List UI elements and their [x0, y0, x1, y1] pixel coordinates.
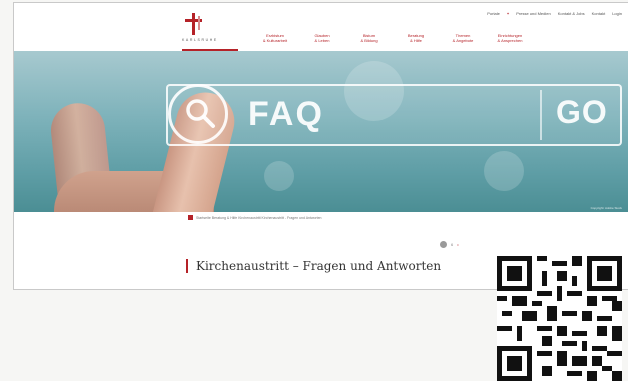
- page-screenshot: Portale + Presse und Medien Kontakt & Jo…: [13, 2, 628, 290]
- hero-banner: FAQ GO Copyright: Adobe Stock: [14, 51, 628, 212]
- cross-logo: [192, 13, 195, 35]
- nav-item-beratung[interactable]: Beratung & Hilfe: [401, 33, 431, 43]
- go-divider: [540, 90, 542, 140]
- top-link-portale[interactable]: Portale: [487, 11, 500, 16]
- main-nav: Erzbistum & Kulturarbeit Glauben & Leben B…: [260, 33, 525, 43]
- share-dot: •: [457, 242, 459, 247]
- site-logo[interactable]: KARLSRUHE: [182, 13, 240, 55]
- search-icon: [186, 99, 215, 128]
- top-link-presse[interactable]: Presse und Medien: [516, 11, 550, 16]
- top-link-kontakt-jobs[interactable]: Kontakt & Jobs: [558, 11, 585, 16]
- faq-search-graphic[interactable]: FAQ GO: [166, 84, 622, 146]
- top-link-login[interactable]: Login: [612, 11, 622, 16]
- nav-label: & Angebote: [452, 38, 474, 43]
- nav-item-bistum[interactable]: Bistum & Bildung: [354, 33, 384, 43]
- plus-icon: +: [506, 11, 510, 16]
- nav-item-einrichtungen[interactable]: Einrichtungen & Ansprechen: [495, 33, 525, 43]
- bokeh-light: [484, 151, 524, 191]
- title-accent-bar: [186, 259, 188, 273]
- qr-code: [497, 256, 622, 381]
- share-count: 6: [451, 242, 454, 247]
- nav-label: & Bildung: [360, 38, 378, 43]
- faq-label: FAQ: [248, 95, 324, 133]
- share-icon[interactable]: [440, 241, 447, 248]
- breadcrumb: Startseite Beratung & Hilfe Kirchenaustr…: [188, 215, 321, 220]
- home-icon[interactable]: [188, 215, 193, 220]
- go-button[interactable]: GO: [556, 94, 608, 131]
- bokeh-light: [264, 161, 294, 191]
- nav-item-erzbistum[interactable]: Erzbistum & Kulturarbeit: [260, 33, 290, 43]
- nav-label: & Kulturarbeit: [262, 38, 288, 43]
- nav-item-glauben[interactable]: Glauben & Leben: [307, 33, 337, 43]
- nav-label: & Leben: [314, 38, 330, 43]
- nav-label: & Ansprechen: [497, 38, 523, 43]
- qr-code-image: [497, 256, 622, 381]
- nav-item-themen[interactable]: Themen & Angebote: [448, 33, 478, 43]
- nav-label: & Hilfe: [410, 38, 422, 43]
- image-credit: Copyright: Adobe Stock: [590, 206, 622, 210]
- search-circle: [168, 84, 228, 144]
- page-title: Kirchenaustritt – Fragen und Antworten: [196, 259, 442, 273]
- page-title-wrap: Kirchenaustritt – Fragen und Antworten: [186, 259, 441, 273]
- site-header: Portale + Presse und Medien Kontakt & Jo…: [14, 3, 628, 55]
- cross-logo-accent: [198, 16, 200, 30]
- top-links: Portale + Presse und Medien Kontakt & Jo…: [487, 11, 622, 16]
- logo-text: KARLSRUHE: [182, 38, 218, 42]
- top-link-kontakt[interactable]: Kontakt: [592, 11, 606, 16]
- share-bar: 6 •: [440, 241, 459, 248]
- breadcrumb-text[interactable]: Startseite Beratung & Hilfe Kirchenaustr…: [196, 216, 321, 220]
